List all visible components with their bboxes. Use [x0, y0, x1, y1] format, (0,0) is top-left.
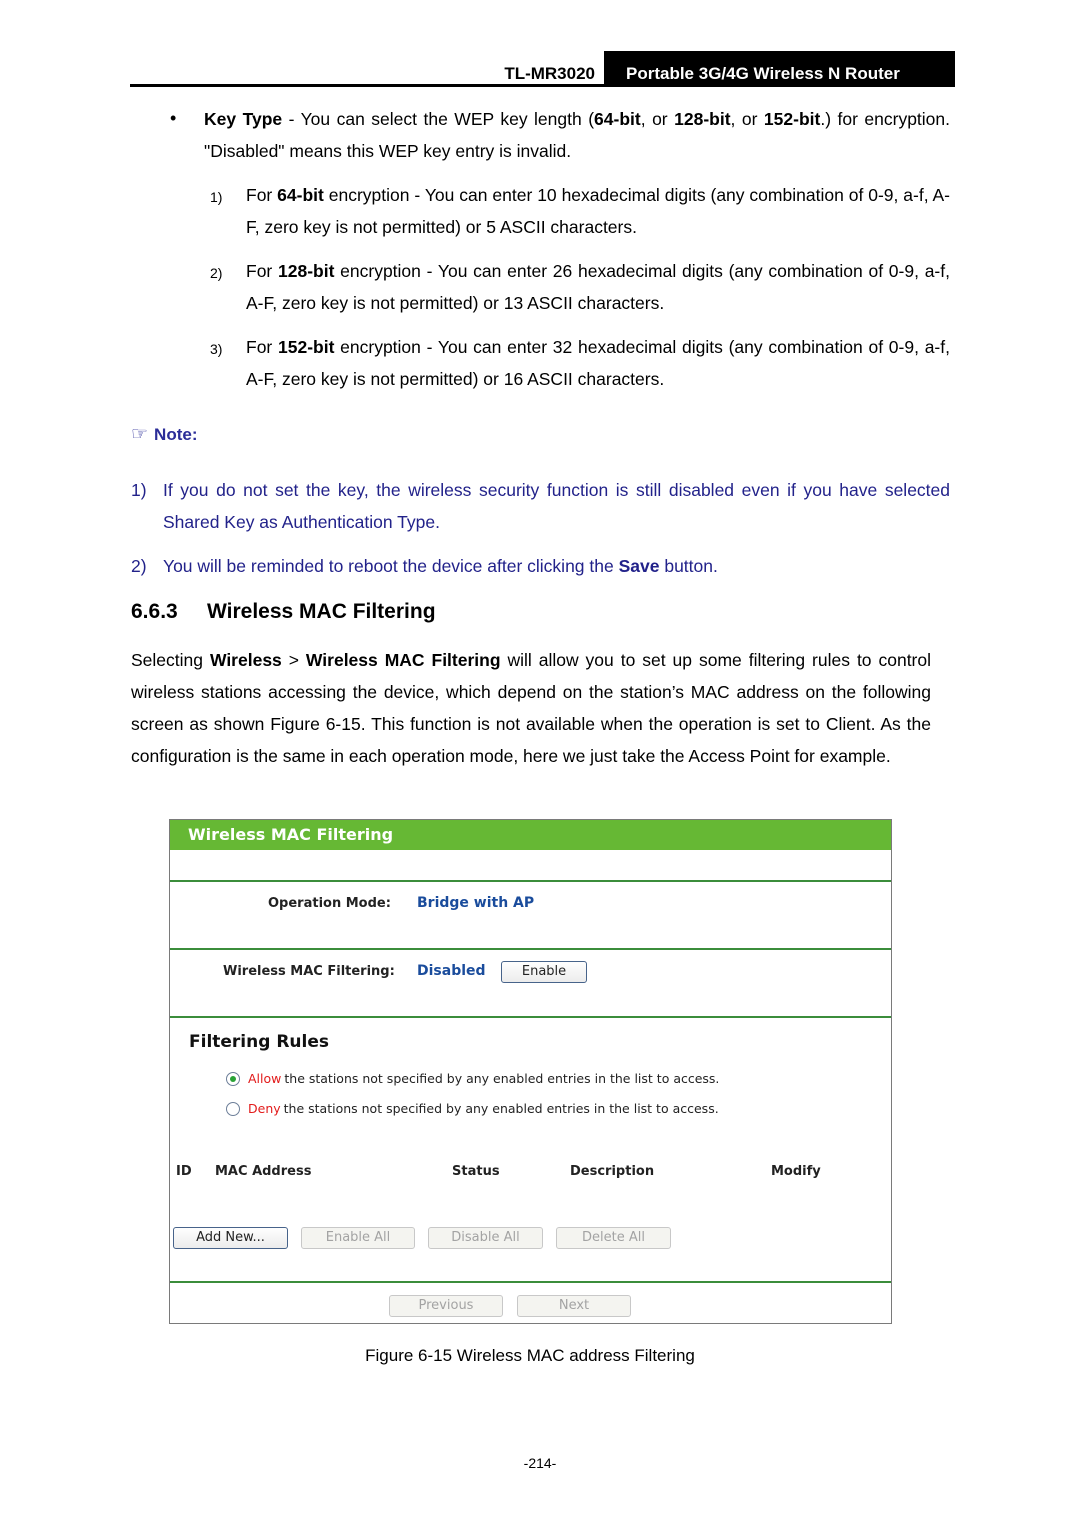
list-number: 3): [210, 341, 223, 357]
section-title: Wireless MAC Filtering: [207, 600, 436, 623]
divider: [170, 1016, 891, 1018]
note-heading: ☞ Note:: [131, 424, 198, 445]
rule-text: the stations not specified by any enable…: [283, 1101, 719, 1116]
key-type-paragraph: Key Type - You can select the WEP key le…: [204, 109, 950, 161]
bullet-icon: •: [170, 108, 177, 128]
mac-filtering-status: Disabled: [417, 963, 486, 979]
section-heading: 6.6.3 Wireless MAC Filtering: [131, 600, 436, 624]
radio-selected-icon[interactable]: [226, 1071, 240, 1086]
column-header-description: Description: [570, 1164, 655, 1179]
previous-button[interactable]: Previous: [389, 1295, 503, 1317]
column-header-status: Status: [452, 1164, 500, 1179]
column-header-modify: Modify: [771, 1164, 821, 1179]
panel-title: Wireless MAC Filtering: [170, 820, 891, 850]
delete-all-button[interactable]: Delete All: [556, 1227, 671, 1249]
enable-all-button[interactable]: Enable All: [301, 1227, 415, 1249]
note-number: 2): [131, 556, 147, 576]
operation-mode-value: Bridge with AP: [417, 895, 535, 911]
note-item: You will be reminded to reboot the devic…: [163, 556, 718, 576]
enable-button[interactable]: Enable: [501, 961, 587, 983]
list-number: 2): [210, 265, 223, 281]
next-button[interactable]: Next: [517, 1295, 631, 1317]
figure-screenshot: Wireless MAC Filtering Operation Mode: B…: [169, 819, 892, 1324]
page-number: -214-: [523, 1455, 557, 1471]
note-number: 1): [131, 480, 147, 500]
rule-text: the stations not specified by any enable…: [284, 1071, 720, 1086]
key-type-term: Key Type: [204, 109, 283, 129]
column-header-mac-address: MAC Address: [215, 1164, 312, 1179]
header-rule: [130, 84, 955, 87]
divider: [170, 1281, 891, 1283]
filtering-rules-heading: Filtering Rules: [189, 1032, 329, 1052]
rule-deny-option[interactable]: Deny the stations not specified by any e…: [226, 1101, 719, 1116]
list-item: For 64-bit encryption - You can enter 10…: [246, 185, 950, 237]
header-product-title: Portable 3G/4G Wireless N Router: [604, 51, 955, 87]
pointing-hand-icon: ☞: [131, 424, 149, 445]
divider: [170, 880, 891, 882]
list-item: For 128-bit encryption - You can enter 2…: [246, 261, 950, 313]
disable-all-button[interactable]: Disable All: [428, 1227, 543, 1249]
rule-keyword: Deny: [248, 1101, 281, 1116]
figure-caption: Figure 6-15 Wireless MAC address Filteri…: [365, 1346, 695, 1365]
list-item: For 152-bit encryption - You can enter 3…: [246, 337, 950, 389]
section-number: 6.6.3: [131, 600, 178, 623]
column-header-id: ID: [176, 1164, 192, 1179]
list-number: 1): [210, 189, 223, 205]
operation-mode-label: Operation Mode:: [268, 896, 391, 911]
mac-filtering-label: Wireless MAC Filtering:: [223, 964, 395, 979]
note-item: If you do not set the key, the wireless …: [163, 480, 950, 532]
divider: [170, 948, 891, 950]
rule-allow-option[interactable]: Allow the stations not specified by any …: [226, 1071, 719, 1086]
header-model: TL-MR3020: [504, 64, 595, 83]
add-new-button[interactable]: Add New...: [173, 1227, 288, 1249]
section-paragraph: Selecting Wireless > Wireless MAC Filter…: [131, 650, 932, 766]
rule-keyword: Allow: [248, 1071, 282, 1086]
radio-unselected-icon[interactable]: [226, 1101, 240, 1116]
